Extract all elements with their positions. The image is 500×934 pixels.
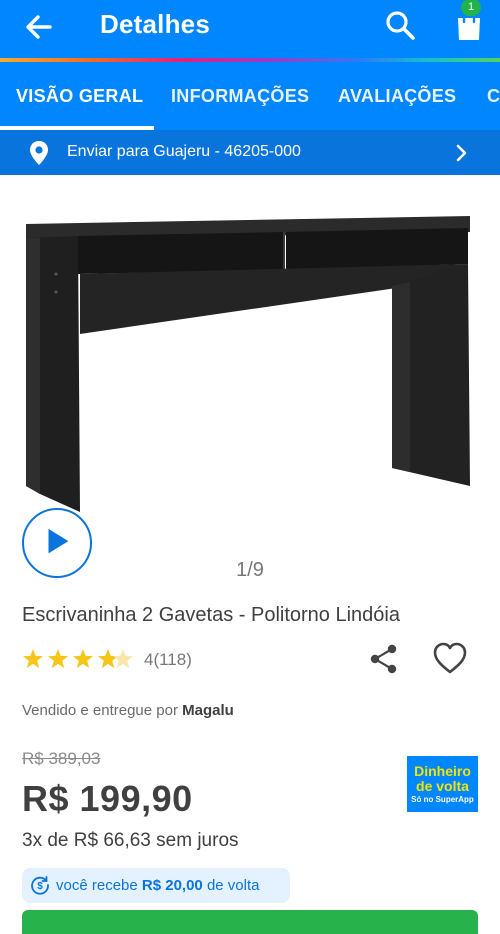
cashback-badge-line3: Só no SuperApp (411, 795, 474, 804)
tab-truncated[interactable]: C (487, 86, 500, 107)
shipping-address-bar[interactable]: Enviar para Guajeru - 46205-000 (0, 130, 500, 175)
old-price: R$ 389,03 (22, 749, 101, 768)
cashback-amount: R$ 20,00 (141, 877, 203, 894)
page-title: Detalhes (100, 9, 210, 39)
back-arrow-icon[interactable] (22, 10, 56, 44)
star-icon (73, 649, 93, 668)
shipping-address-text: Enviar para Guajeru - 46205-000 (67, 143, 301, 160)
gallery-pager: 1/9 (236, 559, 264, 581)
cashback-suffix: de volta (202, 877, 260, 894)
star-icon (23, 649, 43, 668)
chevron-right-icon (456, 144, 467, 162)
cashback-prefix: você recebe (56, 877, 142, 894)
rating-count[interactable]: 4(118) (144, 650, 192, 670)
seller-info: Vendido e entregue por Magalu (22, 702, 234, 719)
location-pin-icon (30, 141, 48, 165)
app-bar: Detalhes 1 (0, 0, 500, 58)
product-name: Escrivaninha 2 Gavetas - Politorno Lindó… (22, 604, 400, 626)
star-icon (98, 649, 118, 668)
current-price: R$ 199,90 (22, 778, 193, 819)
tab-avaliacoes[interactable]: AVALIAÇÕES (338, 86, 456, 107)
star-icon (48, 649, 68, 668)
search-icon[interactable] (383, 8, 417, 42)
cashback-info: $ você recebe R$ 20,00 de volta (22, 868, 290, 903)
star-empty-icon (113, 649, 133, 668)
tab-bar: VISÃO GERAL INFORMAÇÕES AVALIAÇÕES C (0, 62, 500, 130)
cashback-badge-line1: Dinheiro (414, 763, 471, 779)
svg-text:$: $ (37, 881, 43, 892)
cashback-coin-icon: $ (31, 876, 49, 895)
cashback-badge-line2: de volta (416, 778, 469, 794)
favorite-heart-icon[interactable] (432, 641, 468, 675)
cashback-text: você recebe R$ 20,00 de volta (56, 877, 260, 894)
seller-name[interactable]: Magalu (182, 702, 234, 719)
installments-text: 3x de R$ 66,63 sem juros (22, 830, 239, 851)
seller-prefix: Vendido e entregue por (22, 702, 183, 719)
product-image[interactable] (0, 176, 500, 516)
rating-stars (23, 649, 133, 668)
cart-count-badge: 1 (461, 0, 481, 16)
buy-button[interactable] (22, 910, 478, 934)
cashback-badge: Dinheiro de volta Só no SuperApp (407, 756, 478, 812)
tab-visao-geral[interactable]: VISÃO GERAL (16, 86, 143, 107)
tab-informacoes[interactable]: INFORMAÇÕES (171, 86, 309, 107)
share-icon[interactable] (369, 643, 399, 675)
